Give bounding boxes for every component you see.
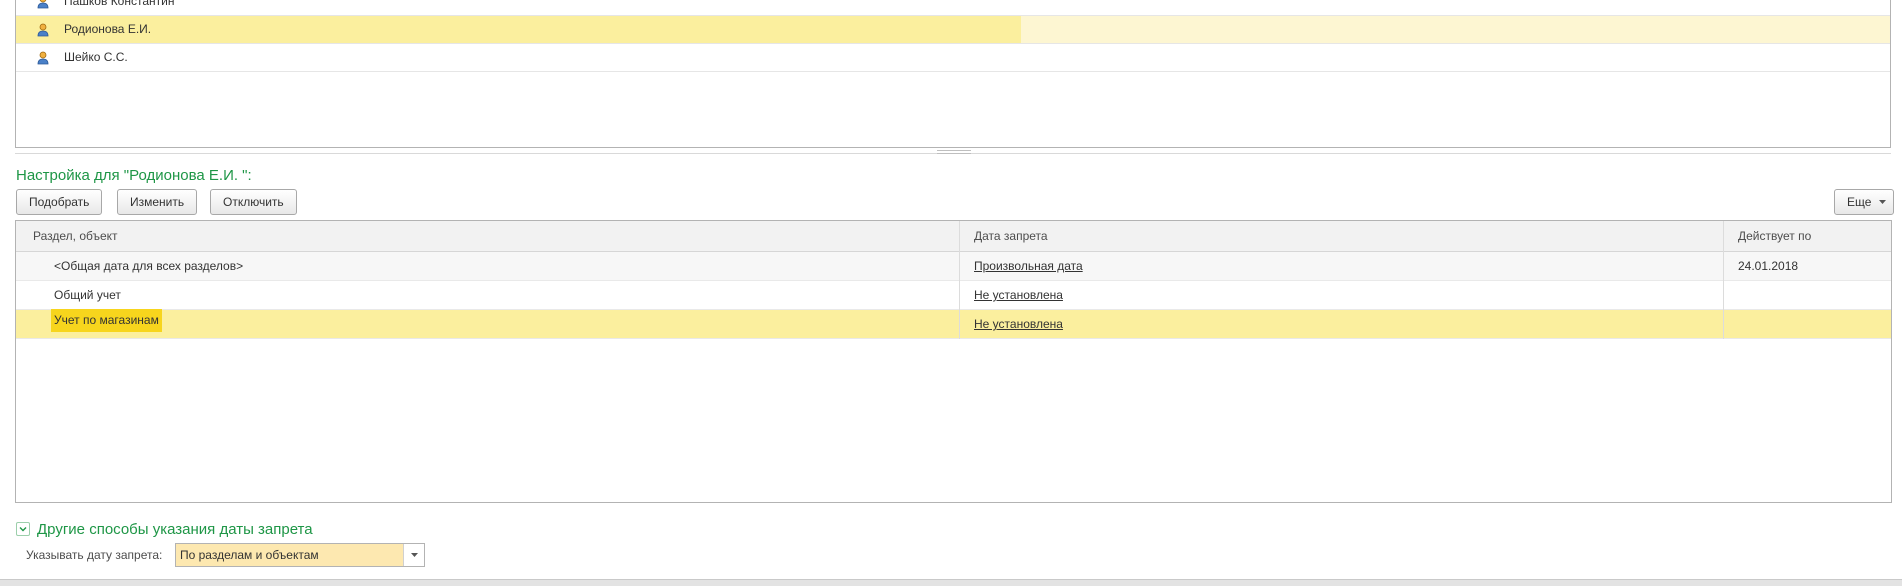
list-item-selected[interactable]: Родионова Е.И. <box>16 16 1890 44</box>
column-header-section[interactable]: Раздел, объект <box>33 229 118 243</box>
user-name: Шейко С.С. <box>64 50 128 64</box>
cell-date-link[interactable]: Не установлена <box>974 317 1063 331</box>
restrictions-table[interactable]: Раздел, объект Дата запрета Действует по… <box>15 220 1892 503</box>
column-header-valid-until[interactable]: Действует по <box>1738 229 1811 243</box>
more-button[interactable]: Еще <box>1834 189 1895 215</box>
cell-section: Общий учет <box>54 288 121 302</box>
settings-title: Настройка для "Родионова Е.И. ": <box>16 167 252 184</box>
cell-date-link[interactable]: Не установлена <box>974 288 1063 302</box>
window-bottom-edge <box>0 579 1902 586</box>
table-row[interactable]: Общий учет Не установлена <box>16 281 1891 310</box>
chevron-down-icon <box>1879 200 1887 204</box>
column-divider <box>1723 221 1724 339</box>
collapse-toggle-icon[interactable] <box>16 522 30 536</box>
chevron-down-icon <box>411 553 418 557</box>
table-header: Раздел, объект Дата запрета Действует по <box>16 221 1891 252</box>
list-item[interactable]: Пашков Константин <box>16 0 1890 16</box>
edit-button[interactable]: Изменить <box>117 189 198 215</box>
cell-valid-until: 24.01.2018 <box>1738 259 1799 273</box>
restriction-mode-label: Указывать дату запрета: <box>26 548 163 562</box>
user-icon <box>37 23 49 37</box>
cell-section: <Общая дата для всех разделов> <box>54 259 244 273</box>
user-icon <box>37 0 49 9</box>
user-name: Родионова Е.И. <box>64 22 152 36</box>
selection-highlight <box>16 16 1021 43</box>
dropdown-button[interactable] <box>403 544 424 566</box>
disable-button[interactable]: Отключить <box>210 189 297 215</box>
pick-button[interactable]: Подобрать <box>16 189 103 215</box>
column-divider <box>959 221 960 339</box>
cell-section: Учет по магазинам <box>51 309 162 332</box>
cell-date-link[interactable]: Произвольная дата <box>974 259 1083 273</box>
table-row[interactable]: <Общая дата для всех разделов> Произволь… <box>16 252 1891 281</box>
restriction-mode-value[interactable]: По разделам и объектам <box>176 544 404 566</box>
column-header-date[interactable]: Дата запрета <box>974 229 1048 243</box>
user-icon <box>37 51 49 65</box>
other-methods-title[interactable]: Другие способы указания даты запрета <box>37 521 313 538</box>
more-label: Еще <box>1847 195 1872 209</box>
list-item[interactable]: Шейко С.С. <box>16 44 1890 72</box>
user-name: Пашков Константин <box>64 0 175 8</box>
restriction-mode-select[interactable]: По разделам и объектам <box>175 543 425 567</box>
table-row-selected[interactable]: Учет по магазинам Не установлена <box>16 309 1891 339</box>
users-list[interactable]: Пашков Константин Родионова Е.И. Шейко С… <box>15 0 1891 148</box>
splitter-handle[interactable] <box>937 150 971 156</box>
